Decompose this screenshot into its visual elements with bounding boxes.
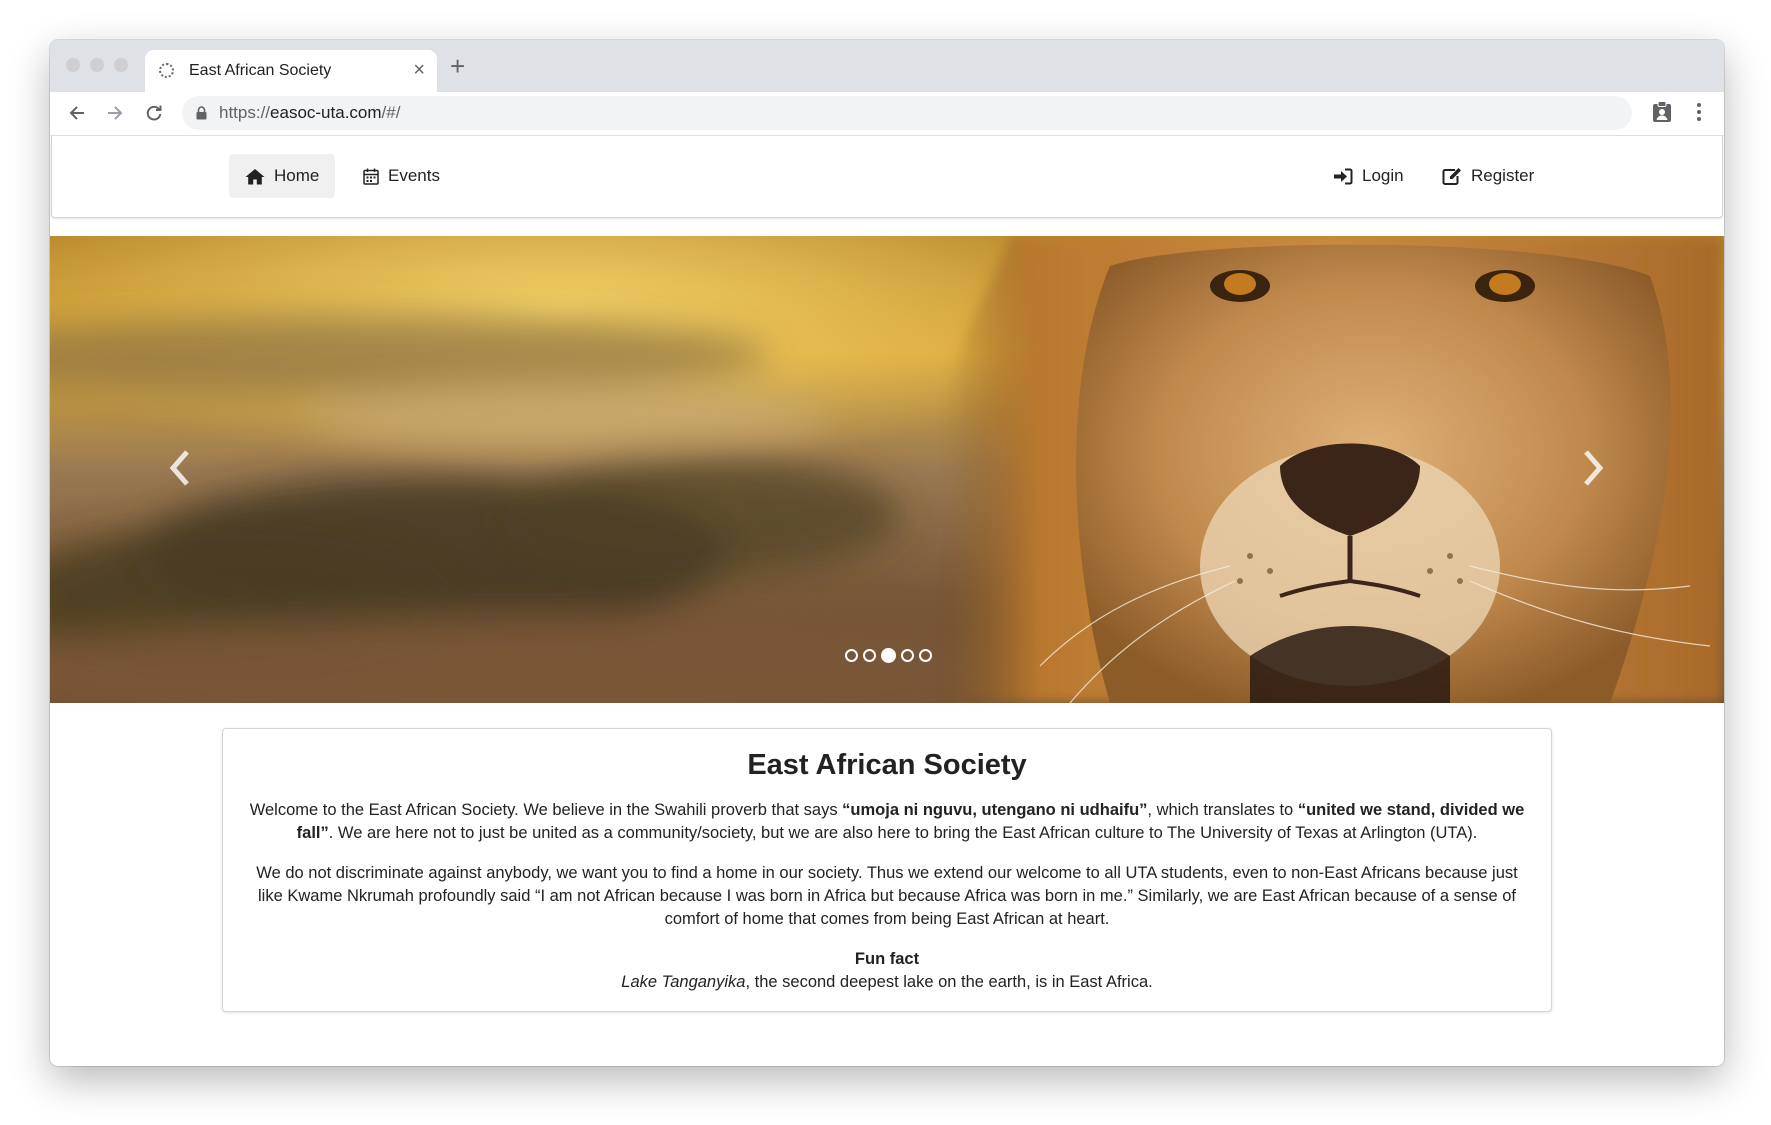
loading-favicon-icon: [159, 63, 174, 78]
welcome-text-e: . We are here not to just be united as a…: [328, 824, 1478, 842]
window-zoom-control[interactable]: [114, 58, 128, 72]
nav-events-link[interactable]: Events: [347, 154, 456, 198]
lion-hero-image: [50, 236, 1724, 703]
url-scheme: https://: [219, 103, 271, 122]
fun-fact-paragraph: Fun fact Lake Tanganyika, the second deep…: [242, 948, 1532, 994]
browser-window: East African Society × + https://easoc-u…: [50, 40, 1724, 1066]
url-path: /#/: [381, 103, 401, 122]
carousel-dot[interactable]: [919, 649, 932, 662]
page-viewport: Home Events Login Register East African …: [50, 136, 1724, 1066]
address-bar[interactable]: https://easoc-uta.com/#/: [182, 96, 1632, 130]
new-tab-button[interactable]: +: [450, 52, 465, 80]
clipboard-extension-icon[interactable]: [1652, 101, 1672, 123]
more-vertical-icon[interactable]: [1696, 102, 1702, 122]
inclusion-paragraph: We do not discriminate against anybody, …: [256, 864, 1518, 928]
browser-tab[interactable]: East African Society ×: [145, 50, 437, 92]
nav-register-label: Register: [1471, 166, 1535, 185]
nav-home-label: Home: [274, 166, 320, 185]
nav-login-label: Login: [1362, 166, 1404, 185]
welcome-paragraph: Welcome to the East African Society. We …: [242, 799, 1532, 845]
site-navbar: Home Events Login Register: [51, 136, 1723, 218]
carousel-dot[interactable]: [863, 649, 876, 662]
url-text: https://easoc-uta.com/#/: [219, 103, 400, 123]
calendar-icon: [363, 168, 379, 185]
carousel-indicators: [845, 648, 932, 663]
hero-carousel: [50, 236, 1724, 703]
carousel-dot[interactable]: [901, 649, 914, 662]
window-close-control[interactable]: [66, 58, 80, 72]
arrow-left-icon: [69, 106, 84, 120]
sign-in-icon: [1334, 168, 1353, 184]
tab-close-icon[interactable]: ×: [413, 58, 425, 82]
lock-icon: [196, 106, 207, 120]
fun-fact-heading: Fun fact: [854, 950, 920, 968]
forward-button[interactable]: [100, 98, 130, 128]
about-card: East African Society Welcome to the East…: [222, 728, 1552, 1012]
arrow-right-icon: [108, 106, 123, 120]
url-host: easoc-uta.com: [270, 103, 382, 122]
carousel-next-icon[interactable]: [1578, 446, 1608, 490]
nav-register-link[interactable]: Register: [1426, 154, 1550, 198]
carousel-prev-icon[interactable]: [165, 446, 195, 490]
tab-strip: East African Society × +: [50, 40, 1724, 92]
fun-fact-text: , the second deepest lake on the earth, …: [745, 973, 1153, 991]
edit-icon: [1442, 168, 1461, 185]
back-button[interactable]: [62, 98, 92, 128]
reload-button[interactable]: [139, 98, 169, 128]
tab-title: East African Society: [189, 62, 332, 79]
reload-icon: [146, 105, 162, 121]
welcome-text-c: , which translates to: [1147, 801, 1298, 819]
window-minimize-control[interactable]: [90, 58, 104, 72]
browser-toolbar: https://easoc-uta.com/#/: [50, 92, 1724, 136]
carousel-dot[interactable]: [845, 649, 858, 662]
carousel-dot-active[interactable]: [881, 648, 896, 663]
nav-home-link[interactable]: Home: [229, 154, 336, 198]
nav-events-label: Events: [388, 166, 440, 185]
nav-login-link[interactable]: Login: [1317, 154, 1420, 198]
page-title: East African Society: [747, 749, 1027, 781]
swahili-proverb: “umoja ni nguvu, utengano ni udhaifu”: [842, 801, 1148, 819]
home-icon: [245, 168, 265, 184]
welcome-text-a: Welcome to the East African Society. We …: [249, 801, 843, 819]
fun-fact-lake: Lake Tanganyika: [621, 973, 746, 991]
